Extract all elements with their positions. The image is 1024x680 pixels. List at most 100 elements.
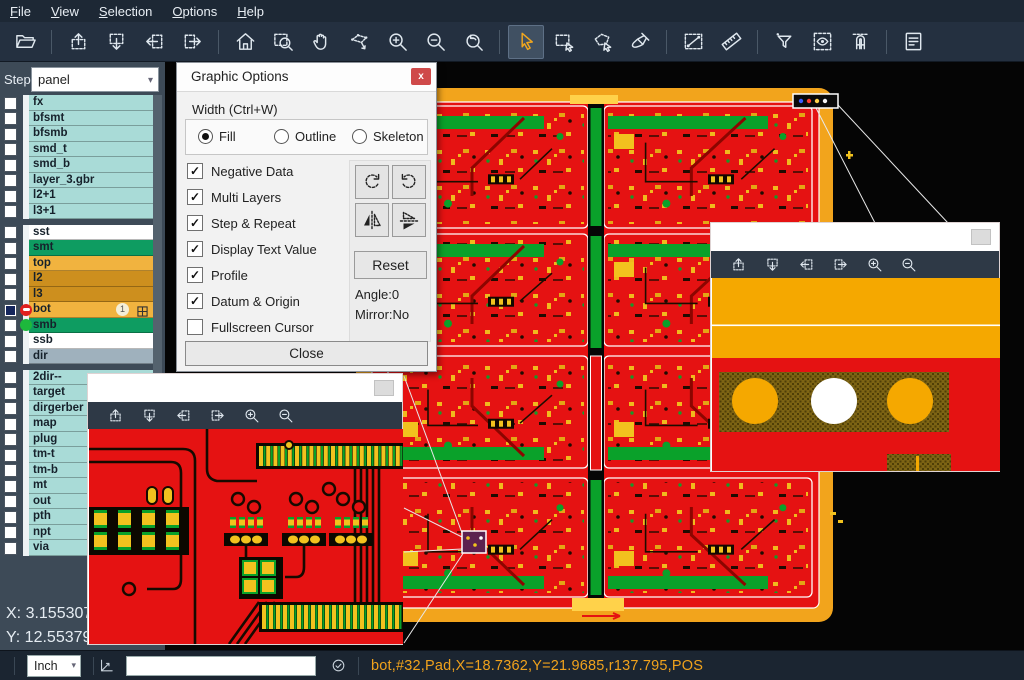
- window-button[interactable]: [971, 229, 991, 245]
- active-layer-indicator-icon[interactable]: [20, 319, 32, 331]
- layer-row-bfsmt[interactable]: bfsmt: [29, 111, 153, 127]
- layer-visibility-checkbox[interactable]: [4, 143, 17, 156]
- layer-visibility-checkbox[interactable]: [4, 174, 17, 187]
- checkbox-display-text-value[interactable]: ✓Display Text Value: [187, 241, 317, 257]
- layer-visibility-checkbox[interactable]: [4, 242, 17, 255]
- zoom-preview-window-left[interactable]: [87, 373, 403, 645]
- zoom-out-button[interactable]: [417, 25, 453, 59]
- layer-visibility-checkbox[interactable]: [4, 190, 17, 203]
- clean-brush-button[interactable]: [622, 25, 658, 59]
- layer-row-layer_3.gbr[interactable]: layer_3.gbr: [29, 173, 153, 189]
- select-button[interactable]: [508, 25, 544, 59]
- layer-form-button[interactable]: [895, 25, 931, 59]
- layer-row-dir[interactable]: dir: [29, 349, 153, 365]
- layer-row-bfsmb[interactable]: bfsmb: [29, 126, 153, 142]
- window-button[interactable]: [374, 380, 394, 396]
- zoom-window-titlebar[interactable]: [711, 223, 999, 251]
- layer-visibility-checkbox[interactable]: [4, 526, 17, 539]
- layer-visibility-checkbox[interactable]: [4, 226, 17, 239]
- pan-hand-button[interactable]: [303, 25, 339, 59]
- layer-row-sst[interactable]: sst: [29, 225, 153, 241]
- menu-view[interactable]: View: [41, 2, 89, 21]
- checkbox-fullscreen-cursor[interactable]: Fullscreen Cursor: [187, 319, 314, 335]
- layer-row-top[interactable]: top: [29, 256, 153, 272]
- layer-visibility-checkbox[interactable]: [4, 112, 17, 125]
- pan-down-button[interactable]: [135, 403, 163, 429]
- layer-visibility-checkbox[interactable]: [4, 319, 17, 332]
- active-layer-indicator-icon[interactable]: [20, 304, 32, 316]
- pan-left-button[interactable]: [792, 252, 820, 278]
- layer-row-smt[interactable]: smt: [29, 240, 153, 256]
- layer-visibility-checkbox[interactable]: [4, 304, 17, 317]
- layer-visibility-checkbox[interactable]: [4, 449, 17, 462]
- layer-row-smd_b[interactable]: smd_b: [29, 157, 153, 173]
- home-button[interactable]: [227, 25, 263, 59]
- layer-visibility-checkbox[interactable]: [4, 371, 17, 384]
- zoom-window-titlebar[interactable]: [88, 374, 402, 402]
- zoom-window-viewport[interactable]: [89, 429, 401, 643]
- menu-selection[interactable]: Selection: [89, 2, 162, 21]
- open-folder-button[interactable]: [7, 25, 43, 59]
- menu-help[interactable]: Help: [227, 2, 274, 21]
- select-polygon-button[interactable]: [584, 25, 620, 59]
- filter-button[interactable]: [766, 25, 802, 59]
- radio-outline[interactable]: Outline: [274, 129, 336, 144]
- radio-skeleton[interactable]: Skeleton: [352, 129, 424, 144]
- layer-visibility-checkbox[interactable]: [4, 480, 17, 493]
- grid-icon[interactable]: [137, 304, 148, 315]
- layer-visibility-checkbox[interactable]: [4, 511, 17, 524]
- layer-visibility-checkbox[interactable]: [4, 97, 17, 110]
- checkbox-multi-layers[interactable]: ✓Multi Layers: [187, 189, 281, 205]
- zoom-out-button[interactable]: [894, 252, 922, 278]
- zoom-window-button[interactable]: [265, 25, 301, 59]
- pan-right-button[interactable]: [174, 25, 210, 59]
- move-vertex-button[interactable]: [341, 25, 377, 59]
- reset-button[interactable]: Reset: [354, 251, 427, 279]
- layer-visibility-checkbox[interactable]: [4, 464, 17, 477]
- measure-distance-button[interactable]: [675, 25, 711, 59]
- layer-row-smb[interactable]: smb: [29, 318, 153, 334]
- mirror-vertical-button[interactable]: [355, 203, 389, 237]
- layer-row-ssb[interactable]: ssb: [29, 333, 153, 349]
- pan-down-button[interactable]: [758, 252, 786, 278]
- layer-row-l2+1[interactable]: l2+1: [29, 188, 153, 204]
- layer-visibility-checkbox[interactable]: [4, 128, 17, 141]
- sync-icon[interactable]: [326, 654, 350, 678]
- layer-row-fx[interactable]: fx: [29, 95, 153, 111]
- layer-visibility-checkbox[interactable]: [4, 387, 17, 400]
- layer-visibility-checkbox[interactable]: [4, 273, 17, 286]
- menu-file[interactable]: File: [0, 2, 41, 21]
- layer-row-l3+1[interactable]: l3+1: [29, 204, 153, 220]
- checkbox-step-repeat[interactable]: ✓Step & Repeat: [187, 215, 296, 231]
- zoom-in-button[interactable]: [237, 403, 265, 429]
- zoom-previous-button[interactable]: [455, 25, 491, 59]
- checkbox-profile[interactable]: ✓Profile: [187, 267, 248, 283]
- pan-right-button[interactable]: [203, 403, 231, 429]
- checkbox-negative-data[interactable]: ✓Negative Data: [187, 163, 293, 179]
- radio-fill[interactable]: Fill: [198, 129, 236, 144]
- layer-visibility-checkbox[interactable]: [4, 433, 17, 446]
- zoom-window-viewport[interactable]: [712, 278, 998, 470]
- rotate-cw-button[interactable]: [355, 165, 389, 199]
- corner-angle-icon[interactable]: [94, 654, 118, 678]
- pan-up-button[interactable]: [60, 25, 96, 59]
- layer-visibility-checkbox[interactable]: [4, 542, 17, 555]
- layer-visibility-checkbox[interactable]: [4, 350, 17, 363]
- layer-visibility-checkbox[interactable]: [4, 257, 17, 270]
- select-rect-button[interactable]: [546, 25, 582, 59]
- layer-visibility-checkbox[interactable]: [4, 402, 17, 415]
- rotate-ccw-button[interactable]: [392, 165, 426, 199]
- view-options-button[interactable]: [804, 25, 840, 59]
- layer-visibility-checkbox[interactable]: [4, 418, 17, 431]
- close-icon[interactable]: x: [411, 68, 431, 85]
- pan-right-button[interactable]: [826, 252, 854, 278]
- zoom-in-button[interactable]: [860, 252, 888, 278]
- layer-row-l2[interactable]: l2: [29, 271, 153, 287]
- snap-button[interactable]: [842, 25, 878, 59]
- layer-visibility-checkbox[interactable]: [4, 495, 17, 508]
- layer-row-l3[interactable]: l3: [29, 287, 153, 303]
- layer-visibility-checkbox[interactable]: [4, 205, 17, 218]
- pan-up-button[interactable]: [724, 252, 752, 278]
- zoom-in-button[interactable]: [379, 25, 415, 59]
- step-select[interactable]: panel ▾: [31, 67, 159, 92]
